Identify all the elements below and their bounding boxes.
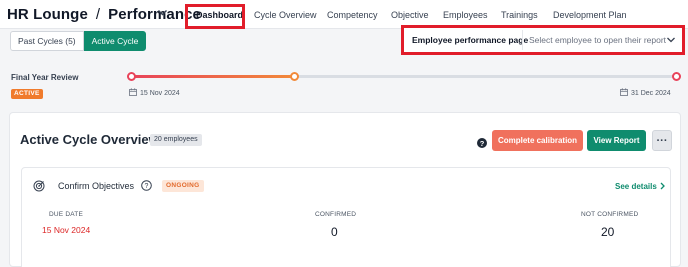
timeline-progress xyxy=(131,75,295,78)
chevron-down-icon[interactable] xyxy=(157,7,168,18)
employee-count-badge: 20 employees xyxy=(150,134,202,146)
calendar-icon xyxy=(129,88,137,96)
svg-text:?: ? xyxy=(145,183,149,190)
employee-select-placeholder: Select employee to open their report xyxy=(529,35,667,45)
chevron-right-icon xyxy=(660,182,665,190)
tab-development-plan[interactable]: Development Plan xyxy=(553,10,627,20)
confirm-objectives-panel: Confirm Objectives ? ONGOING See details… xyxy=(21,167,671,267)
timeline-start-date: 15 Nov 2024 xyxy=(129,88,180,97)
not-confirmed-label: NOT CONFIRMED xyxy=(581,211,639,218)
title-separator: / xyxy=(95,6,101,23)
help-icon[interactable]: ? xyxy=(477,138,487,148)
svg-text:?: ? xyxy=(480,139,485,148)
not-confirmed-value: 20 xyxy=(601,225,615,239)
tab-competency[interactable]: Competency xyxy=(327,10,378,20)
due-date-value: 15 Nov 2024 xyxy=(42,225,91,235)
tab-cycle-overview[interactable]: Cycle Overview xyxy=(254,10,317,20)
objectives-title: Confirm Objectives xyxy=(58,181,135,191)
ongoing-status-badge: ONGOING xyxy=(162,180,204,192)
highlight-box-dashboard xyxy=(185,4,245,29)
employee-report-panel: Employee performance page Select employe… xyxy=(401,25,685,55)
timeline-current-dot xyxy=(290,72,300,81)
confirmed-value: 0 xyxy=(331,225,338,239)
page-title: HR Lounge / Performance xyxy=(7,6,201,23)
employee-select[interactable]: Select employee to open their report xyxy=(522,30,680,50)
help-icon[interactable]: ? xyxy=(141,180,152,191)
timeline-end-dot xyxy=(672,72,681,81)
see-details-link[interactable]: See details xyxy=(615,182,666,191)
cycle-name: Final Year Review xyxy=(11,73,79,82)
calendar-icon xyxy=(620,88,628,96)
timeline-start-dot xyxy=(127,72,136,81)
overview-title: Active Cycle Overview xyxy=(20,132,159,147)
status-badge: ACTIVE xyxy=(11,89,43,99)
tab-employees[interactable]: Employees xyxy=(443,10,488,20)
past-cycles-button[interactable]: Past Cycles (5) xyxy=(10,31,84,51)
app-name: HR Lounge xyxy=(7,6,88,23)
more-options-button[interactable]: ··· xyxy=(652,130,672,151)
cycle-toggle: Past Cycles (5) Active Cycle xyxy=(10,31,147,51)
view-report-button[interactable]: View Report xyxy=(587,130,646,151)
chevron-down-icon xyxy=(667,37,675,43)
active-cycle-button[interactable]: Active Cycle xyxy=(83,31,147,51)
employee-report-label: Employee performance page xyxy=(412,35,529,45)
target-icon xyxy=(33,180,45,192)
tab-trainings[interactable]: Trainings xyxy=(501,10,538,20)
end-date-text: 31 Dec 2024 xyxy=(631,90,671,97)
tab-objective[interactable]: Objective xyxy=(391,10,429,20)
complete-calibration-button[interactable]: Complete calibration xyxy=(492,130,583,151)
due-date-label: DUE DATE xyxy=(49,211,83,218)
timeline-track xyxy=(131,75,677,78)
start-date-text: 15 Nov 2024 xyxy=(140,90,180,97)
confirmed-label: CONFIRMED xyxy=(315,211,357,218)
see-details-text: See details xyxy=(615,182,657,191)
active-cycle-overview-card: Active Cycle Overview 20 employees ? Com… xyxy=(9,112,681,267)
timeline-end-date: 31 Dec 2024 xyxy=(620,88,671,97)
